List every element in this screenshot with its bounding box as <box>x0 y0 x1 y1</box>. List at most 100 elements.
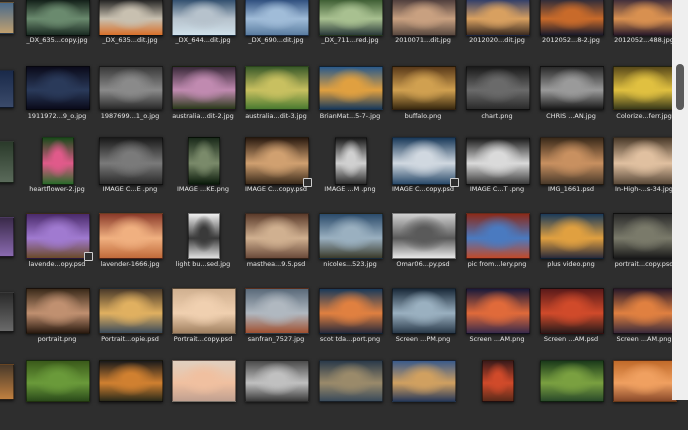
thumbnail-image[interactable] <box>392 360 456 402</box>
thumbnail-image[interactable] <box>540 360 604 402</box>
thumbnail-cell[interactable] <box>538 360 604 430</box>
thumbnail-image[interactable] <box>26 360 90 402</box>
thumbnail-cell[interactable]: IMAGE C...E .png <box>97 133 163 203</box>
thumbnail-image[interactable] <box>0 217 14 257</box>
thumbnail-cell[interactable] <box>243 360 309 430</box>
thumbnail-image[interactable] <box>245 213 309 259</box>
thumbnail-cell[interactable]: _DX_644...dit.jpg <box>170 0 236 68</box>
thumbnail-cell[interactable] <box>611 360 677 430</box>
thumbnail-image[interactable] <box>466 213 530 259</box>
thumbnail-cell[interactable]: lavender-1666.jpg <box>97 209 163 279</box>
thumbnail-image[interactable] <box>392 66 456 110</box>
thumbnail-cell[interactable]: 2012020...dit.jpg <box>464 0 530 68</box>
thumbnail-image[interactable] <box>613 360 677 402</box>
thumbnail-cell[interactable]: _DX_690...dit.jpg <box>243 0 309 68</box>
thumbnail-cell[interactable]: CHRIS ...AN.jpg <box>538 62 604 132</box>
thumbnail-image[interactable] <box>245 137 309 185</box>
thumbnail-cell[interactable]: scot tda...port.png <box>317 284 383 354</box>
thumbnail-cell[interactable]: _DX_635...dit.jpg <box>97 0 163 68</box>
thumbnail-cell[interactable]: 2010071...dit.jpg <box>390 0 456 68</box>
thumbnail-image[interactable] <box>540 66 604 110</box>
thumbnail-image[interactable] <box>26 66 90 110</box>
thumbnail-image[interactable] <box>99 360 163 402</box>
thumbnail-image[interactable] <box>466 288 530 334</box>
thumbnail-image[interactable] <box>172 0 236 36</box>
thumbnail-image[interactable] <box>540 137 604 185</box>
thumbnail-image[interactable] <box>613 288 677 334</box>
thumbnail-cell[interactable]: portrait.png <box>24 284 90 354</box>
thumbnail-image[interactable] <box>335 137 367 185</box>
thumbnail-cell[interactable] <box>170 360 236 430</box>
thumbnail-image[interactable] <box>0 70 14 108</box>
thumbnail-cell[interactable]: IMAGE C...copy.psd <box>243 133 312 203</box>
scrollbar-thumb[interactable] <box>676 64 684 110</box>
thumbnail-cell[interactable]: lavende...opy.psd <box>24 209 93 279</box>
thumbnail-cell[interactable]: Portrait...copy.psd <box>170 284 236 354</box>
thumbnail-cell[interactable]: light bu...sed.jpg <box>170 209 236 279</box>
thumbnail-image[interactable] <box>482 360 514 402</box>
thumbnail-image[interactable] <box>99 137 163 185</box>
thumbnail-image[interactable] <box>319 288 383 334</box>
thumbnail-cell[interactable]: Screen ...AM.psd <box>538 284 604 354</box>
thumbnail-image[interactable] <box>188 213 220 259</box>
thumbnail-image[interactable] <box>319 213 383 259</box>
thumbnail-cell[interactable]: IMAGE ...KE.png <box>170 133 236 203</box>
thumbnail-cell[interactable]: IMAGE C...copy.psd <box>390 133 459 203</box>
thumbnail-image[interactable] <box>613 66 677 110</box>
thumbnail-image[interactable] <box>0 2 14 34</box>
thumbnail-image[interactable] <box>172 66 236 110</box>
thumbnail-cell[interactable]: pic from...lery.png <box>464 209 530 279</box>
thumbnail-image[interactable] <box>26 213 90 259</box>
thumbnail-cell[interactable]: 2012052...8-2.jpg <box>538 0 604 68</box>
thumbnail-image[interactable] <box>188 137 220 185</box>
thumbnail-cell[interactable]: IMAGE ...M .png <box>317 133 383 203</box>
thumbnail-image[interactable] <box>466 0 530 36</box>
thumbnail-image[interactable] <box>172 288 236 334</box>
thumbnail-image[interactable] <box>540 0 604 36</box>
thumbnail-cell[interactable]: australia...dit-2.jpg <box>170 62 236 132</box>
thumbnail-cell[interactable]: _DX_711...red.jpg <box>317 0 383 68</box>
thumbnail-image[interactable] <box>392 0 456 36</box>
thumbnail-cell[interactable]: Screen ...AM.png <box>464 284 530 354</box>
thumbnail-cell[interactable]: IMG_1661.psd <box>538 133 604 203</box>
thumbnail-image[interactable] <box>392 288 456 334</box>
thumbnail-image[interactable] <box>540 288 604 334</box>
thumbnail-cell[interactable]: sanfran_7527.jpg <box>243 284 309 354</box>
thumbnail-image[interactable] <box>319 66 383 110</box>
thumbnail-cell[interactable]: Screen ...AM.png <box>611 284 677 354</box>
thumbnail-cell[interactable]: BrianMat...5-7-.jpg <box>317 62 383 132</box>
thumbnail-cell[interactable]: plus video.png <box>538 209 604 279</box>
thumbnail-image[interactable] <box>26 0 90 36</box>
thumbnail-cell[interactable]: 1911972...9_o.jpg <box>24 62 90 132</box>
thumbnail-cell[interactable] <box>390 360 456 430</box>
thumbnail-cell[interactable]: 1987699...1_o.jpg <box>97 62 163 132</box>
thumbnail-cell[interactable] <box>464 360 530 430</box>
vertical-scrollbar[interactable] <box>672 0 688 400</box>
thumbnail-cell[interactable]: Portrait...opie.psd <box>97 284 163 354</box>
thumbnail-cell[interactable] <box>24 360 90 430</box>
thumbnail-image[interactable] <box>99 213 163 259</box>
thumbnail-cell[interactable]: 2012052...488.jpg <box>611 0 677 68</box>
thumbnail-cell[interactable]: IMAGE C...T .png <box>464 133 530 203</box>
thumbnail-image[interactable] <box>319 0 383 36</box>
thumbnail-cell[interactable]: _DX_635...copy.jpg <box>24 0 90 68</box>
thumbnail-image[interactable] <box>613 0 677 36</box>
thumbnail-cell[interactable]: masthea...9.5.psd <box>243 209 309 279</box>
thumbnail-image[interactable] <box>392 137 456 185</box>
thumbnail-image[interactable] <box>0 292 14 332</box>
thumbnail-image[interactable] <box>245 288 309 334</box>
thumbnail-image[interactable] <box>26 288 90 334</box>
thumbnail-image[interactable] <box>99 66 163 110</box>
thumbnail-image[interactable] <box>245 66 309 110</box>
thumbnail-image[interactable] <box>613 213 677 259</box>
thumbnail-cell[interactable]: australia...dit-3.jpg <box>243 62 309 132</box>
thumbnail-image[interactable] <box>540 213 604 259</box>
thumbnail-cell[interactable]: chart.png <box>464 62 530 132</box>
thumbnail-cell[interactable]: portrait...copy.psd <box>611 209 677 279</box>
thumbnail-image[interactable] <box>613 137 677 185</box>
thumbnail-cell[interactable]: Colorize...ferr.jpg <box>611 62 677 132</box>
thumbnail-cell[interactable]: nicoles...523.jpg <box>317 209 383 279</box>
thumbnail-image[interactable] <box>0 364 14 400</box>
thumbnail-image[interactable] <box>319 360 383 402</box>
thumbnail-cell[interactable]: In-High-...s-34.jpg <box>611 133 677 203</box>
